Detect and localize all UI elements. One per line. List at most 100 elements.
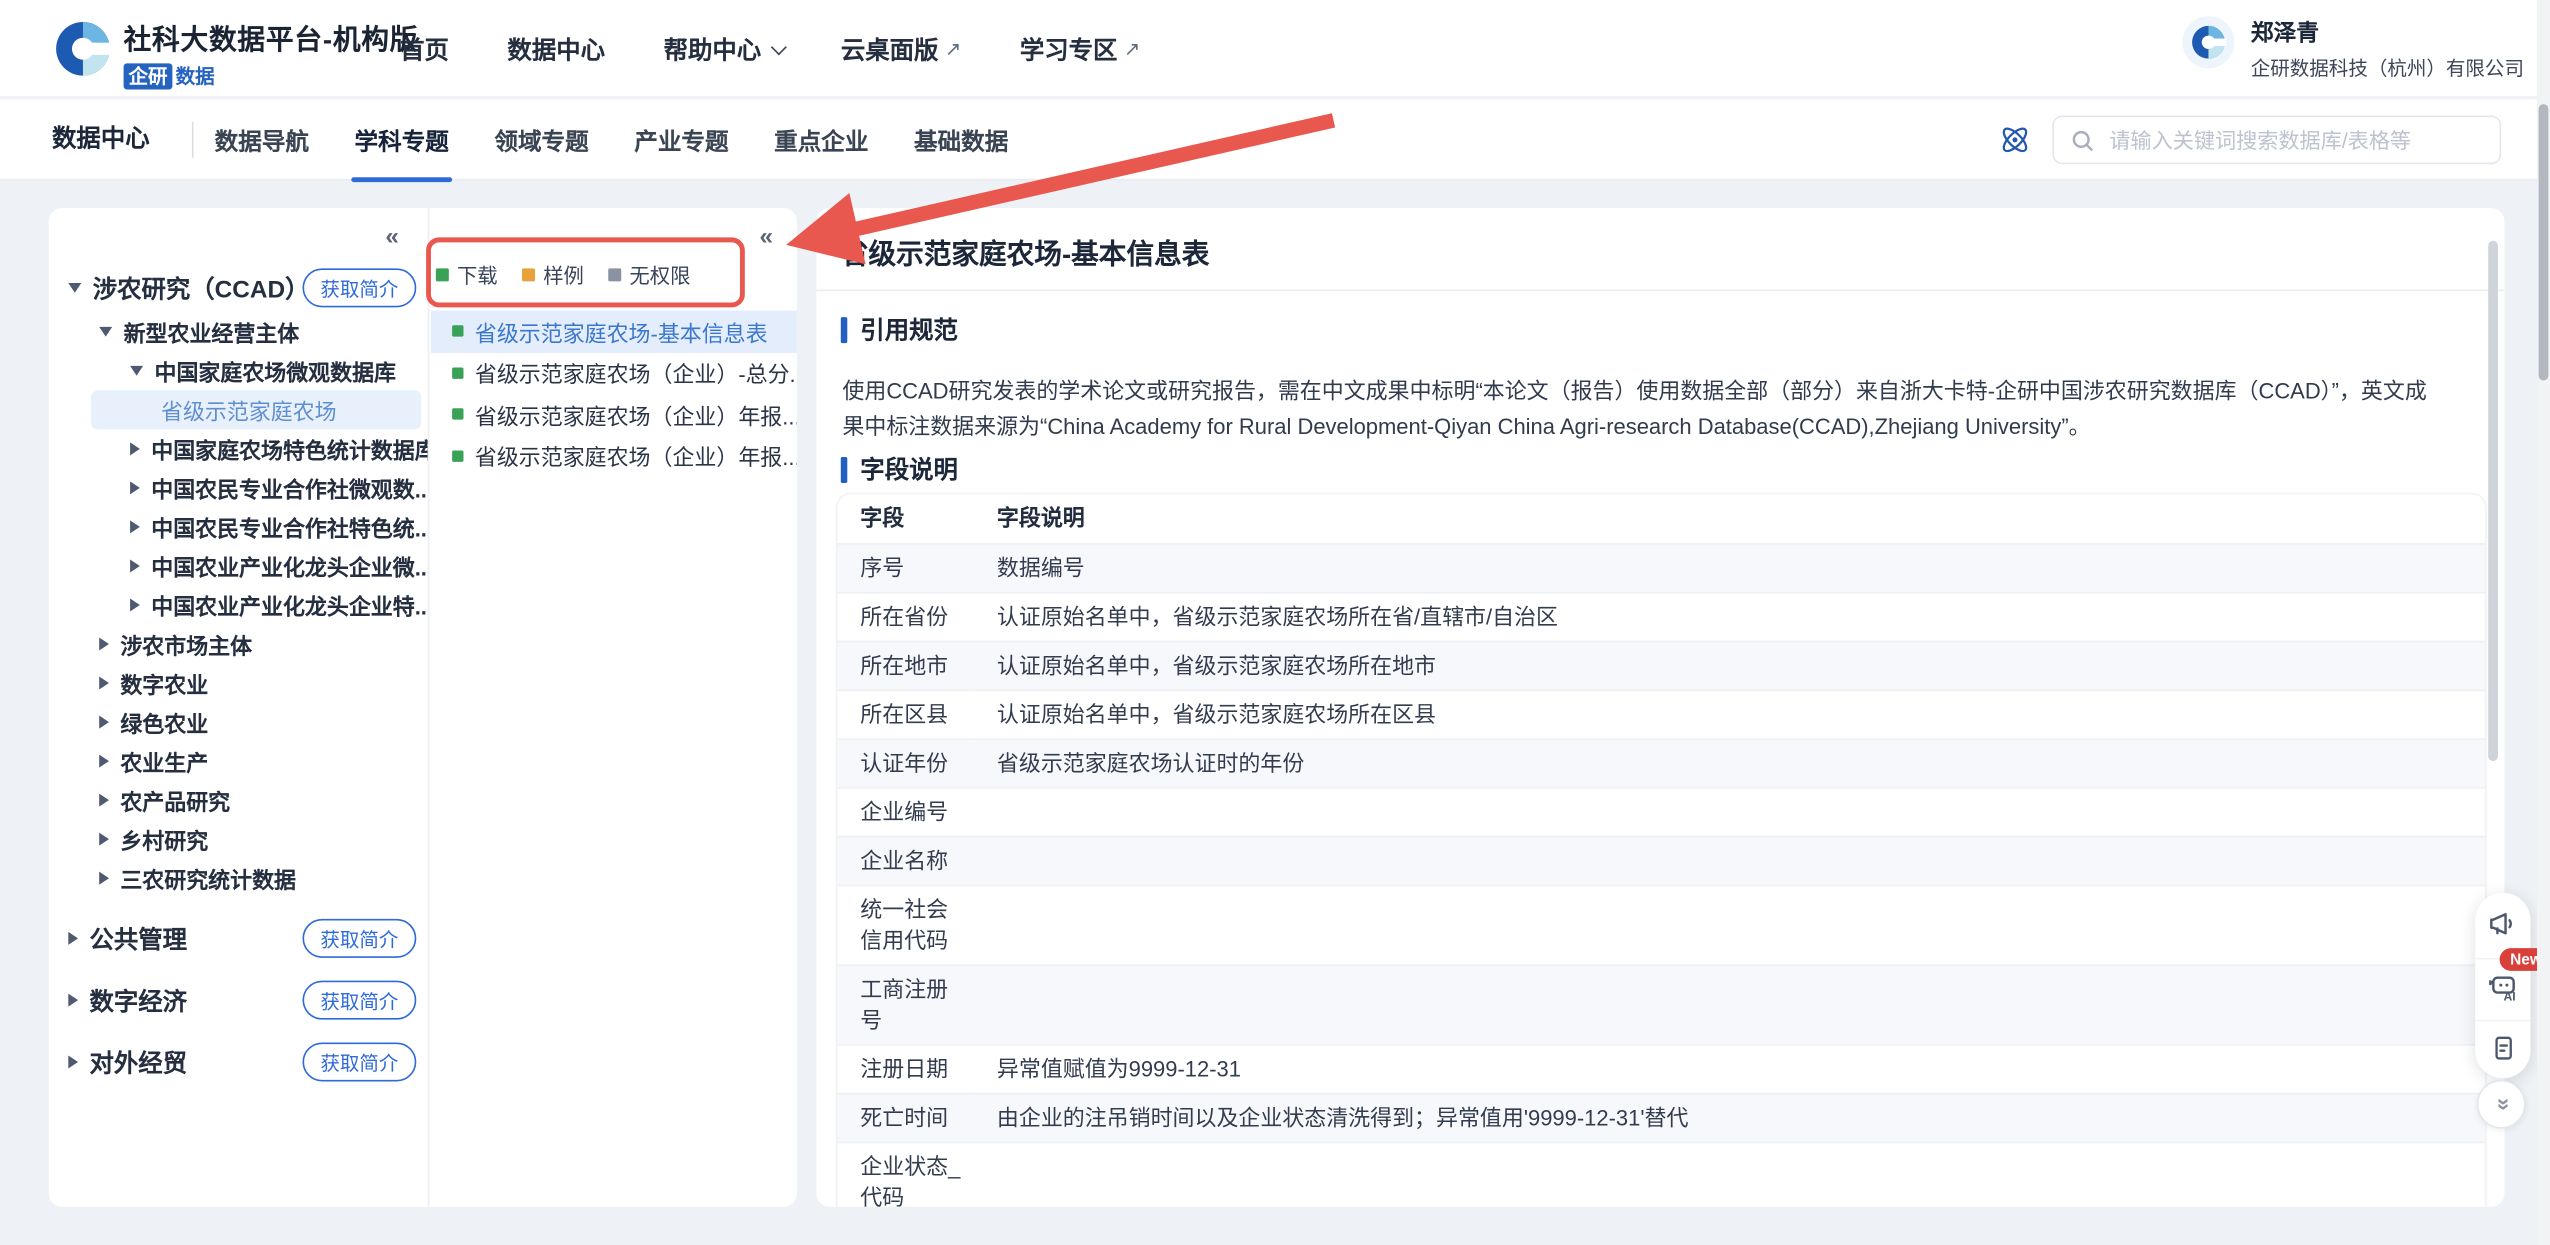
nav-home[interactable]: 首页 bbox=[400, 32, 449, 66]
tree-item-label[interactable]: 乡村研究 bbox=[120, 823, 208, 856]
nav-help-center[interactable]: 帮助中心 bbox=[664, 32, 783, 66]
tab-basic-data[interactable]: 基础数据 bbox=[914, 123, 1008, 157]
field-name-cell: 所在区县 bbox=[838, 690, 975, 739]
tree-item-label[interactable]: 对外经贸 bbox=[89, 1045, 187, 1079]
tree-item-13[interactable]: 农产品研究 bbox=[49, 781, 428, 820]
announcement-button[interactable] bbox=[2475, 896, 2530, 951]
field-desc-cell: 异常值赋值为9999-12-31 bbox=[974, 1044, 2485, 1093]
tree-item-label[interactable]: 中国家庭农场特色统计数据库 bbox=[151, 433, 427, 466]
table-list-item-1[interactable]: 省级示范家庭农场（企业）-总分... bbox=[431, 352, 797, 393]
tree-item-17[interactable]: 数字经济 获取简介 bbox=[49, 979, 428, 1021]
tree-item-4[interactable]: 中国家庭农场特色统计数据库 bbox=[49, 429, 428, 468]
table-list-item-2[interactable]: 省级示范家庭农场（企业）年报... bbox=[431, 394, 797, 435]
tree-item-2[interactable]: 中国家庭农场微观数据库 bbox=[49, 351, 428, 390]
expand-arrow-icon[interactable] bbox=[130, 442, 140, 455]
collapse-float-panel-button[interactable]: « bbox=[2477, 1080, 2526, 1129]
field-name-cell: 统一社会信用代码 bbox=[838, 885, 975, 965]
sidebar-tree: 涉农研究（CCAD）获取简介新型农业经营主体中国家庭农场微观数据库省级示范家庭农… bbox=[49, 263, 428, 1083]
tab-subject-topics[interactable]: 学科专题 bbox=[355, 123, 449, 157]
table-list-item-label[interactable]: 省级示范家庭农场（企业）-总分... bbox=[475, 357, 797, 390]
field-desc-cell: 认证原始名单中，省级示范家庭农场所在区县 bbox=[974, 690, 2485, 739]
tree-item-label[interactable]: 中国农业产业化龙头企业特... bbox=[151, 589, 427, 622]
expand-arrow-icon[interactable] bbox=[99, 794, 109, 807]
expand-arrow-icon[interactable] bbox=[130, 481, 140, 494]
tree-item-18[interactable]: 对外经贸 获取简介 bbox=[49, 1041, 428, 1083]
expand-arrow-icon[interactable] bbox=[68, 1055, 78, 1068]
tree-item-10[interactable]: 数字农业 bbox=[49, 664, 428, 703]
search-input[interactable] bbox=[2106, 126, 2483, 154]
atom-icon[interactable] bbox=[1997, 122, 2033, 158]
nav-cloud-desktop[interactable]: 云桌面版↗ bbox=[841, 32, 961, 66]
field-desc-cell: 由企业的注吊销时间以及企业状态清洗得到；异常值用'9999-12-31'替代 bbox=[974, 1093, 2485, 1142]
nav-learning-zone[interactable]: 学习专区↗ bbox=[1020, 32, 1140, 66]
tree-item-label[interactable]: 新型农业经营主体 bbox=[124, 315, 300, 348]
expand-arrow-icon[interactable] bbox=[130, 559, 140, 572]
expand-arrow-icon[interactable] bbox=[130, 520, 140, 533]
table-list-item-3[interactable]: 省级示范家庭农场（企业）年报... bbox=[431, 435, 797, 476]
user-avatar[interactable] bbox=[2182, 16, 2234, 68]
expand-arrow-icon[interactable] bbox=[130, 598, 140, 611]
collapse-table-list-icon[interactable]: « bbox=[759, 224, 773, 248]
get-intro-button[interactable]: 获取简介 bbox=[302, 919, 416, 958]
expand-arrow-icon[interactable] bbox=[99, 638, 109, 651]
collapse-sidebar-icon[interactable]: « bbox=[385, 224, 399, 248]
tree-item-label[interactable]: 公共管理 bbox=[89, 921, 187, 955]
tree-item-5[interactable]: 中国农民专业合作社微观数... bbox=[49, 468, 428, 507]
tree-item-1[interactable]: 新型农业经营主体 bbox=[49, 312, 428, 351]
tree-item-12[interactable]: 农业生产 bbox=[49, 742, 428, 781]
tree-item-label[interactable]: 三农研究统计数据 bbox=[120, 862, 296, 895]
tree-item-6[interactable]: 中国农民专业合作社特色统... bbox=[49, 507, 428, 546]
tree-item-label[interactable]: 中国家庭农场微观数据库 bbox=[154, 355, 396, 388]
tree-item-3[interactable]: 省级示范家庭农场 bbox=[91, 390, 421, 429]
tree-item-label[interactable]: 中国农民专业合作社微观数... bbox=[151, 472, 427, 505]
expand-arrow-icon[interactable] bbox=[99, 677, 109, 690]
nav-data-center[interactable]: 数据中心 bbox=[507, 32, 605, 66]
tab-key-enterprises[interactable]: 重点企业 bbox=[774, 123, 868, 157]
tree-item-0[interactable]: 涉农研究（CCAD）获取简介 bbox=[49, 263, 428, 312]
tree-item-label[interactable]: 省级示范家庭农场 bbox=[161, 394, 337, 427]
tree-item-label[interactable]: 涉农市场主体 bbox=[120, 628, 252, 661]
subnav-data-center-label[interactable]: 数据中心 bbox=[52, 99, 150, 180]
get-intro-button[interactable]: 获取简介 bbox=[302, 1042, 416, 1081]
tree-item-label[interactable]: 数字经济 bbox=[89, 983, 187, 1017]
expand-arrow-icon[interactable] bbox=[68, 932, 78, 945]
collapse-arrow-icon[interactable] bbox=[130, 366, 143, 376]
tree-item-8[interactable]: 中国农业产业化龙头企业特... bbox=[49, 585, 428, 624]
table-list-item-label[interactable]: 省级示范家庭农场（企业）年报... bbox=[475, 398, 797, 431]
tree-item-9[interactable]: 涉农市场主体 bbox=[49, 624, 428, 663]
tab-field-topics[interactable]: 领域专题 bbox=[494, 123, 588, 157]
expand-arrow-icon[interactable] bbox=[99, 872, 109, 885]
main-scrollbar-thumb[interactable] bbox=[2488, 241, 2498, 761]
expand-arrow-icon[interactable] bbox=[99, 716, 109, 729]
collapse-arrow-icon[interactable] bbox=[68, 283, 81, 293]
tree-item-7[interactable]: 中国农业产业化龙头企业微... bbox=[49, 546, 428, 585]
window-scrollbar-thumb[interactable] bbox=[2539, 104, 2549, 380]
tree-item-label[interactable]: 绿色农业 bbox=[120, 706, 208, 739]
table-list-item-0[interactable]: 省级示范家庭农场-基本信息表 bbox=[431, 311, 797, 352]
collapse-arrow-icon[interactable] bbox=[99, 327, 112, 337]
tree-item-label[interactable]: 农产品研究 bbox=[120, 784, 230, 817]
table-list-item-label[interactable]: 省级示范家庭农场（企业）年报... bbox=[475, 440, 797, 473]
expand-arrow-icon[interactable] bbox=[68, 994, 78, 1007]
tree-item-15[interactable]: 三农研究统计数据 bbox=[49, 859, 428, 898]
tree-item-16[interactable]: 公共管理 获取简介 bbox=[49, 917, 428, 959]
feedback-doc-button[interactable] bbox=[2475, 1020, 2530, 1075]
tree-item-11[interactable]: 绿色农业 bbox=[49, 703, 428, 742]
tab-data-navigation[interactable]: 数据导航 bbox=[215, 123, 309, 157]
table-row: 统一社会信用代码 bbox=[838, 885, 2485, 965]
table-list-item-label[interactable]: 省级示范家庭农场-基本信息表 bbox=[475, 315, 768, 348]
get-intro-button[interactable]: 获取简介 bbox=[302, 268, 416, 307]
brand-logo-icon[interactable] bbox=[54, 20, 113, 79]
tree-item-label[interactable]: 中国农业产业化龙头企业微... bbox=[151, 550, 427, 583]
field-name-cell: 序号 bbox=[838, 543, 975, 592]
tab-industry-topics[interactable]: 产业专题 bbox=[634, 123, 728, 157]
get-intro-button[interactable]: 获取简介 bbox=[302, 981, 416, 1020]
tree-item-label[interactable]: 数字农业 bbox=[120, 667, 208, 700]
ai-assistant-button[interactable]: New AI bbox=[2475, 958, 2530, 1013]
tree-item-label[interactable]: 农业生产 bbox=[120, 745, 208, 778]
expand-arrow-icon[interactable] bbox=[99, 755, 109, 768]
tree-item-14[interactable]: 乡村研究 bbox=[49, 820, 428, 859]
tree-item-label[interactable]: 涉农研究（CCAD） bbox=[93, 271, 310, 305]
expand-arrow-icon[interactable] bbox=[99, 833, 109, 846]
tree-item-label[interactable]: 中国农民专业合作社特色统... bbox=[151, 511, 427, 544]
